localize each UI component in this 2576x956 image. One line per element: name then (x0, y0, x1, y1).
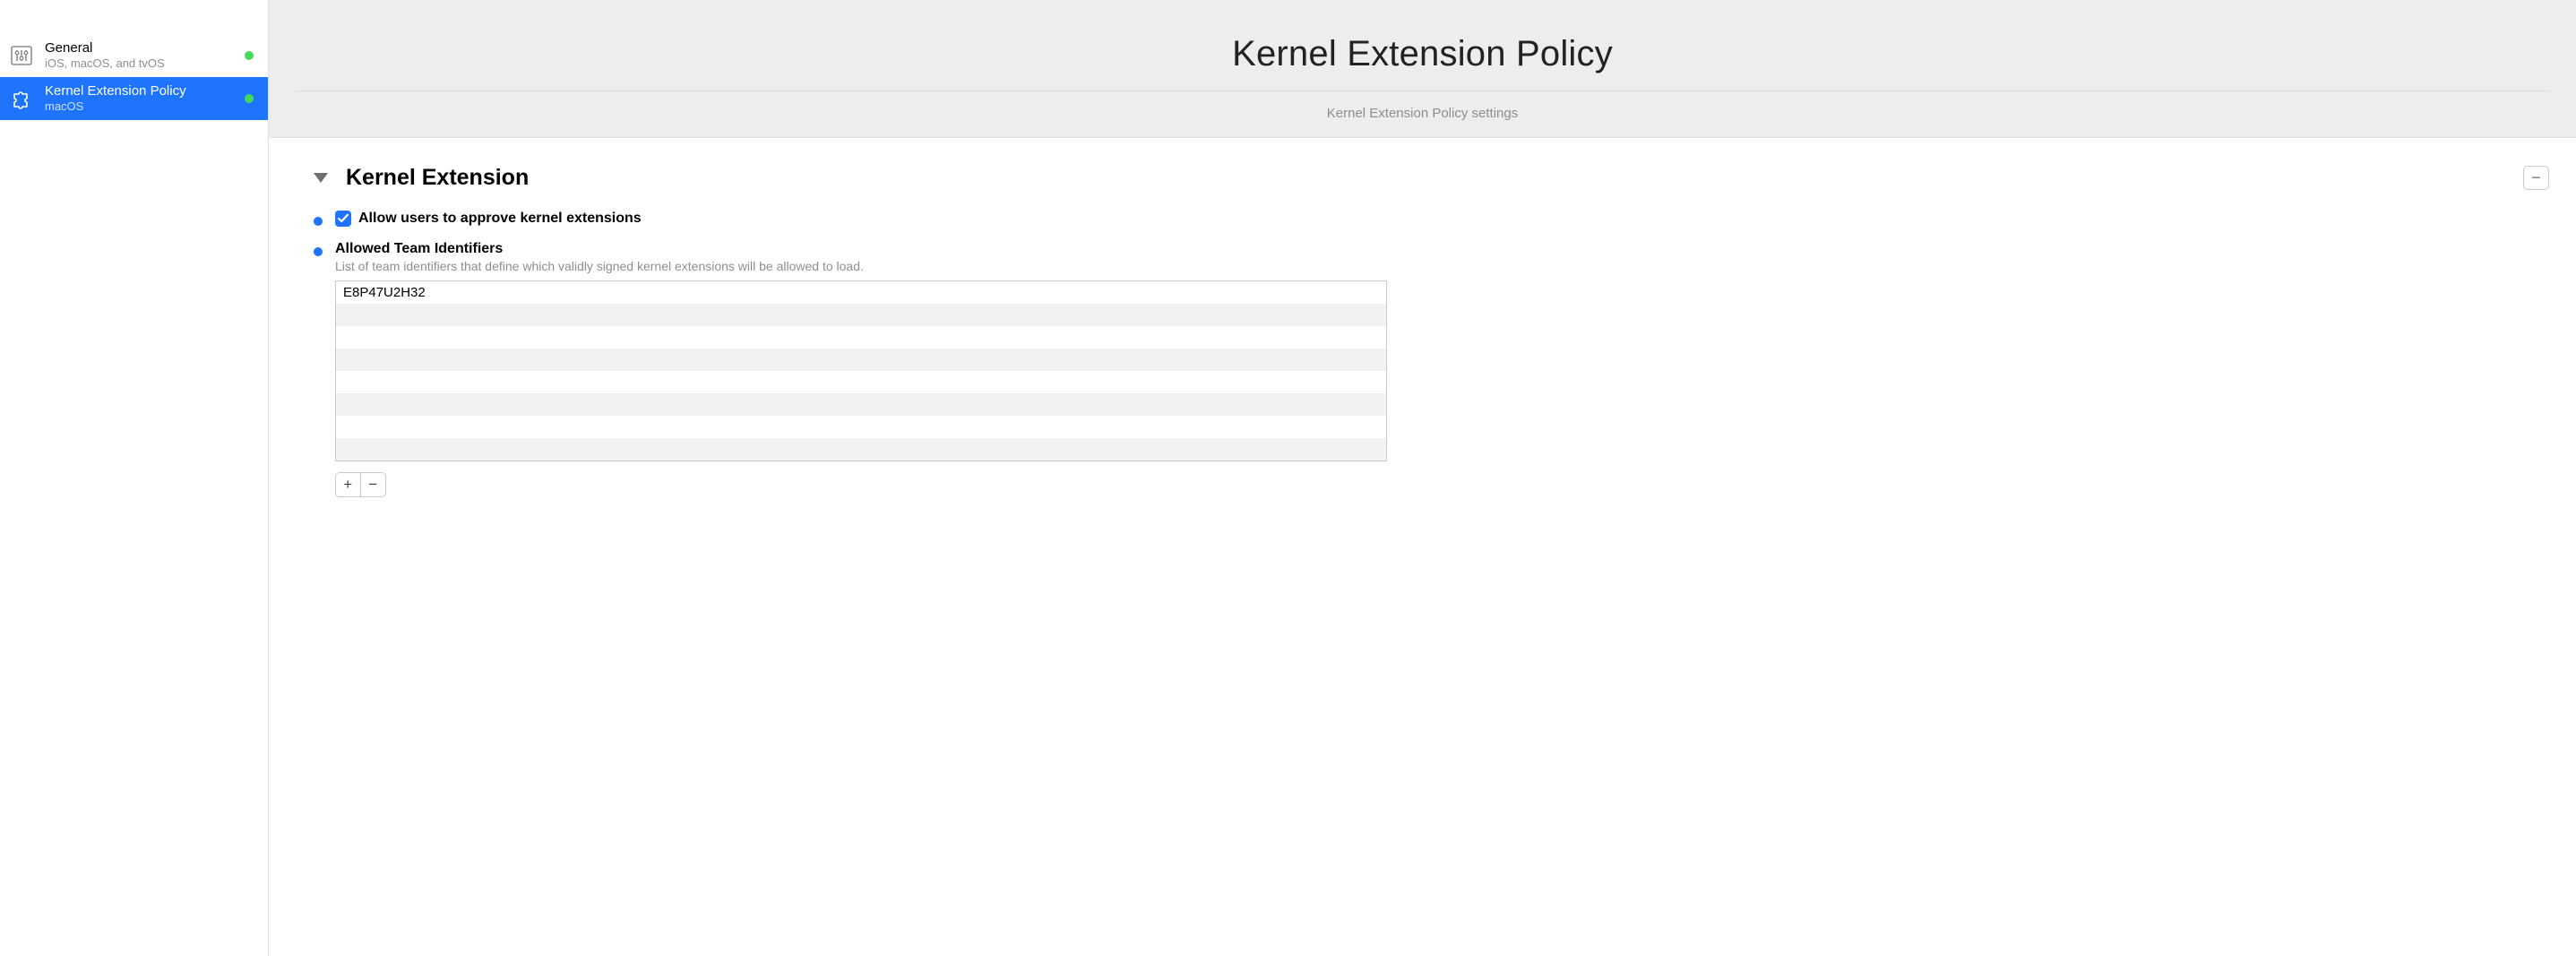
sidebar-item-title: General (45, 40, 245, 57)
remove-section-button[interactable]: − (2523, 166, 2549, 190)
sidebar-item-subtitle: iOS, macOS, and tvOS (45, 56, 245, 71)
table-row[interactable] (336, 416, 1386, 438)
page-title: Kernel Extension Policy (296, 34, 2549, 74)
allow-users-checkbox[interactable] (335, 211, 351, 227)
table-row[interactable]: E8P47U2H32 (336, 281, 1386, 304)
team-ids-description: List of team identifiers that define whi… (335, 259, 2549, 273)
table-row[interactable] (336, 304, 1386, 326)
sidebar-item-labels: GeneraliOS, macOS, and tvOS (45, 40, 245, 72)
allow-users-row: Allow users to approve kernel extensions (314, 211, 2549, 227)
config-dot-icon (314, 217, 323, 226)
allow-users-label: Allow users to approve kernel extensions (358, 211, 642, 227)
page-subtitle: Kernel Extension Policy settings (296, 91, 2549, 137)
sidebar-item-title: Kernel Extension Policy (45, 83, 245, 100)
sliders-icon (7, 41, 36, 70)
sidebar: GeneraliOS, macOS, and tvOS Kernel Extens… (0, 0, 269, 956)
sidebar-item-subtitle: macOS (45, 99, 245, 114)
configured-dot-icon (245, 94, 254, 103)
table-row[interactable] (336, 371, 1386, 393)
disclosure-triangle[interactable] (314, 173, 328, 183)
main-pane: Kernel Extension Policy Kernel Extension… (269, 0, 2576, 956)
header: Kernel Extension Policy Kernel Extension… (269, 0, 2576, 138)
team-ids-table[interactable]: E8P47U2H32 (335, 280, 1387, 461)
team-ids-title: Allowed Team Identifiers (335, 241, 2549, 257)
sidebar-item-labels: Kernel Extension PolicymacOS (45, 83, 245, 115)
sidebar-item-kernel-extension-policy[interactable]: Kernel Extension PolicymacOS (0, 77, 268, 120)
configured-dot-icon (245, 51, 254, 60)
remove-team-id-button[interactable]: − (361, 473, 385, 496)
table-row[interactable] (336, 393, 1386, 416)
table-row[interactable] (336, 349, 1386, 371)
team-ids-row: Allowed Team Identifiers List of team id… (314, 241, 2549, 497)
add-remove-group: + − (335, 472, 386, 497)
puzzle-icon (7, 84, 36, 113)
content: Kernel Extension − Allow users to approv… (269, 138, 2576, 530)
add-team-id-button[interactable]: + (336, 473, 361, 496)
table-row[interactable] (336, 326, 1386, 349)
sidebar-item-general[interactable]: GeneraliOS, macOS, and tvOS (0, 34, 268, 77)
config-dot-icon (314, 247, 323, 256)
section-title: Kernel Extension (346, 165, 2523, 191)
table-row[interactable] (336, 438, 1386, 461)
